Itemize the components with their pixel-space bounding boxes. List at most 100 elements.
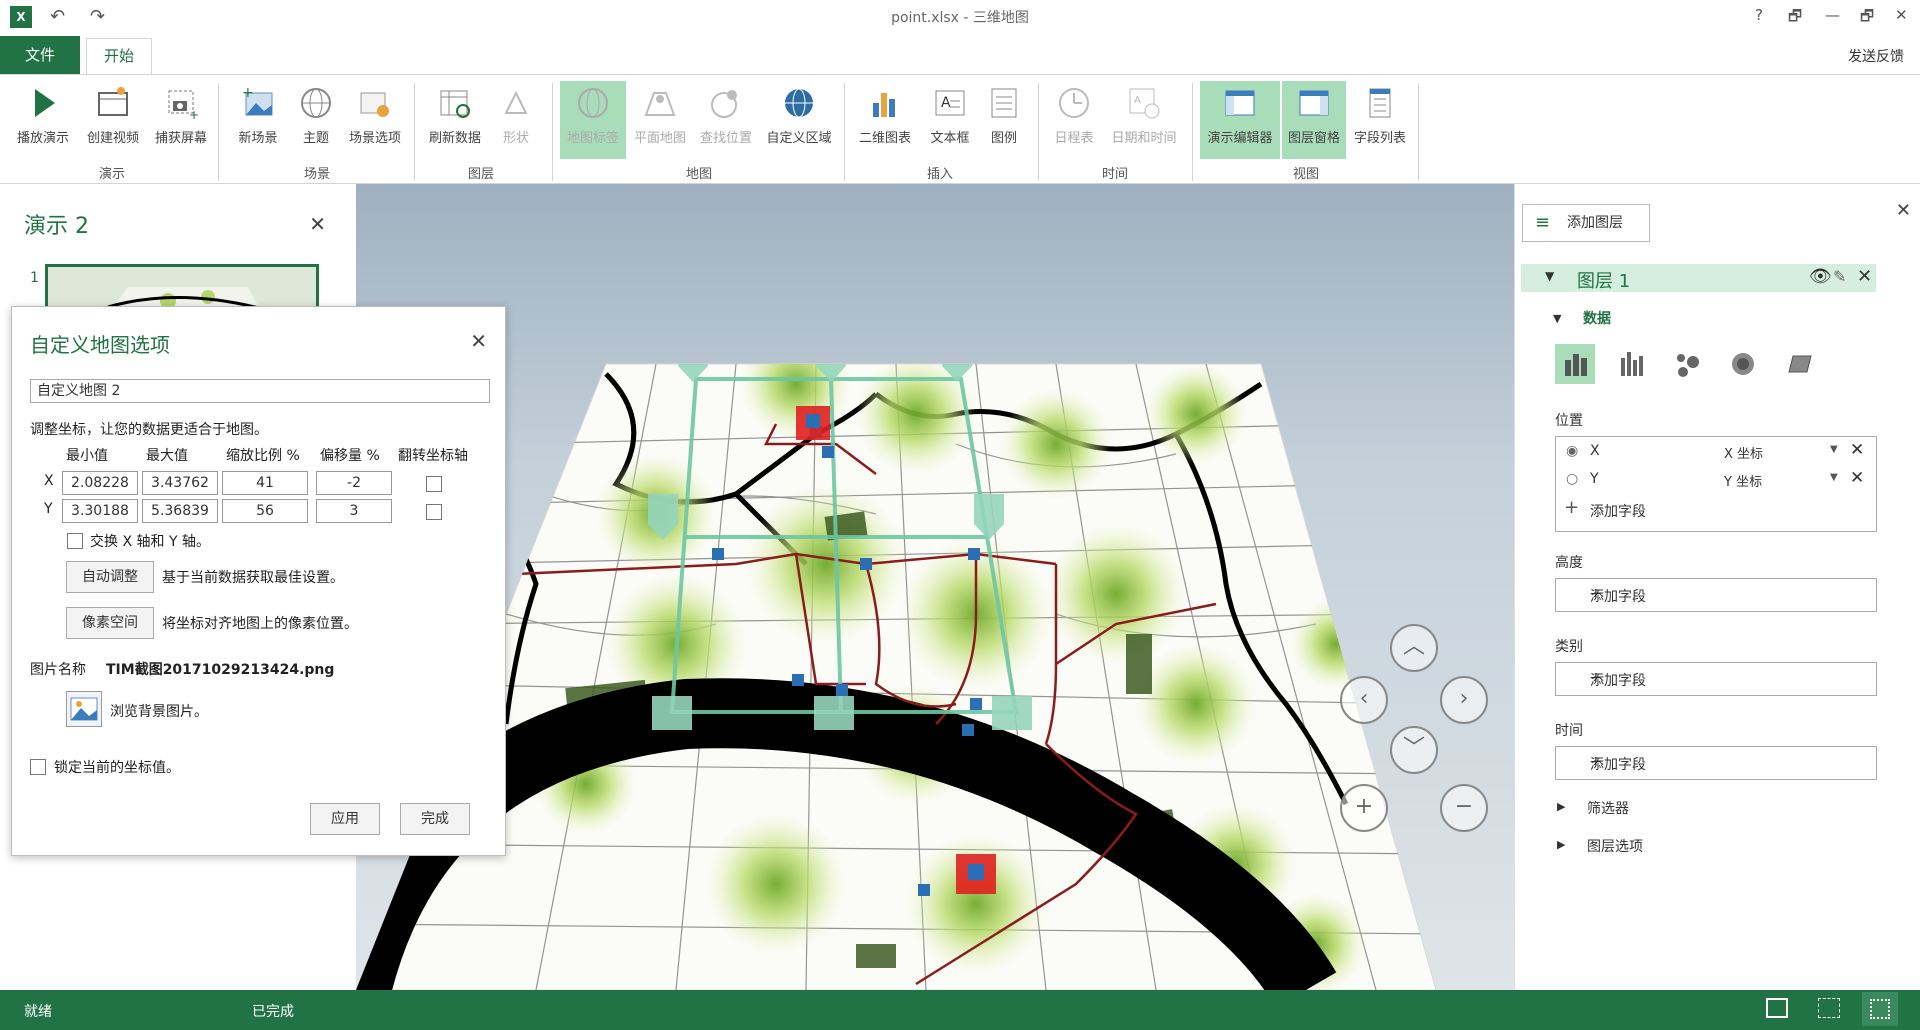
- play-tour-button[interactable]: 播放演示: [10, 81, 76, 159]
- header-min: 最小值: [66, 448, 108, 464]
- map-canvas[interactable]: ︿ ‹ › ﹀ + −: [356, 184, 1514, 990]
- map-labels-button[interactable]: 地图标签: [560, 81, 626, 159]
- date-time-button[interactable]: A 日期和时间: [1104, 81, 1184, 159]
- radio-x[interactable]: ◉: [1566, 443, 1578, 459]
- field-list-button[interactable]: 字段列表: [1348, 81, 1412, 159]
- custom-regions-button[interactable]: 自定义区域: [760, 81, 838, 159]
- auto-adjust-button[interactable]: 自动调整: [66, 561, 154, 593]
- layer-pane-button[interactable]: 图层窗格: [1282, 81, 1346, 159]
- zoom-in-button[interactable]: +: [1340, 784, 1388, 832]
- shapes-button[interactable]: 形状: [492, 81, 540, 159]
- category-field[interactable]: + 添加字段: [1555, 662, 1877, 696]
- y-offset-input[interactable]: 3: [316, 499, 392, 523]
- tilt-down-button[interactable]: ﹀: [1390, 726, 1438, 774]
- close-icon[interactable]: ✕: [1896, 200, 1911, 221]
- add-category-field: 添加字段: [1590, 673, 1646, 689]
- expand-arrow-icon[interactable]: ▶: [1557, 800, 1565, 813]
- dropdown-icon[interactable]: ▼: [1830, 472, 1838, 483]
- x-min-input[interactable]: 2.08228: [62, 471, 138, 495]
- map-name-input[interactable]: 自定义地图 2: [30, 379, 490, 403]
- new-scene-button[interactable]: + 新场景: [226, 81, 290, 159]
- rotate-left-button[interactable]: ‹: [1340, 676, 1388, 724]
- tab-home[interactable]: 开始: [86, 38, 152, 75]
- themes-button[interactable]: 主题: [292, 81, 340, 159]
- send-feedback-link[interactable]: 发送反馈: [1848, 46, 1904, 66]
- height-field[interactable]: + 添加字段: [1555, 578, 1877, 612]
- refresh-data-button[interactable]: 刷新数据: [422, 81, 488, 159]
- restore-ribbon-icon[interactable]: 🗗: [1788, 6, 1802, 31]
- find-location-button[interactable]: 查找位置: [694, 81, 758, 159]
- group-layer-label: 图层: [467, 167, 494, 182]
- new-scene-label: 新场景: [238, 131, 278, 146]
- title-bar: X ↶ ↷ point.xlsx - 三维地图 ? 🗗 — 🗗 ✕: [0, 0, 1920, 36]
- flat-map-button[interactable]: 平面地图: [628, 81, 692, 159]
- x-offset-input[interactable]: -2: [316, 471, 392, 495]
- x-max-input[interactable]: 3.43762: [142, 471, 218, 495]
- chart-2d-button[interactable]: 二维图表: [852, 81, 918, 159]
- pixel-space-button[interactable]: 像素空间: [66, 607, 154, 639]
- heatmap-icon[interactable]: [1723, 344, 1763, 384]
- stacked-column-icon[interactable]: [1555, 344, 1595, 384]
- text-box-button[interactable]: A 文本框: [922, 81, 978, 159]
- y-scale-input[interactable]: 56: [222, 499, 308, 523]
- x-scale-input[interactable]: 41: [222, 471, 308, 495]
- swap-axes-checkbox[interactable]: [67, 533, 83, 549]
- axis-x-label: X: [44, 473, 54, 489]
- lock-coordinates-checkbox[interactable]: [30, 759, 46, 775]
- y-flip-checkbox[interactable]: [426, 504, 442, 520]
- pencil-icon[interactable]: ✎: [1833, 267, 1846, 286]
- done-button[interactable]: 完成: [400, 803, 470, 835]
- maximize-button[interactable]: 🗗: [1860, 6, 1874, 31]
- scene-number: 1: [30, 270, 39, 286]
- data-collapse-icon[interactable]: ▼: [1553, 312, 1561, 325]
- tab-file[interactable]: 文件: [0, 36, 80, 74]
- eye-icon[interactable]: 👁: [1809, 266, 1832, 287]
- x-flip-checkbox[interactable]: [426, 476, 442, 492]
- close-button[interactable]: ✕: [1895, 6, 1908, 24]
- browse-image-label[interactable]: 浏览背景图片。: [110, 701, 208, 721]
- capture-screen-button[interactable]: + 捕获屏幕: [148, 81, 214, 159]
- close-icon[interactable]: ✕: [470, 329, 487, 353]
- y-max-input[interactable]: 5.36839: [142, 499, 218, 523]
- scene-options-button[interactable]: 场景选项: [342, 81, 408, 159]
- create-video-button[interactable]: 创建视频: [80, 81, 146, 159]
- remove-y-icon[interactable]: ✕: [1850, 468, 1864, 488]
- plus-icon[interactable]: +: [1564, 497, 1579, 518]
- dropdown-icon[interactable]: ▼: [1830, 444, 1838, 455]
- legend-button[interactable]: 图例: [980, 81, 1028, 159]
- region-icon[interactable]: [1779, 344, 1819, 384]
- radio-y[interactable]: ○: [1566, 471, 1578, 487]
- location-x-type[interactable]: X 坐标: [1724, 443, 1763, 462]
- minimize-button[interactable]: —: [1825, 6, 1840, 24]
- close-icon[interactable]: ✕: [309, 212, 326, 236]
- tour-editor-button[interactable]: 演示编辑器: [1200, 81, 1280, 159]
- expand-arrow-icon[interactable]: ▶: [1557, 838, 1565, 851]
- focus-view-icon[interactable]: [1818, 998, 1840, 1018]
- y-min-input[interactable]: 3.30188: [62, 499, 138, 523]
- layer-options-link[interactable]: 图层选项: [1587, 836, 1643, 856]
- timeline-button[interactable]: 日程表: [1046, 81, 1102, 159]
- collapse-arrow-icon[interactable]: ▼: [1545, 269, 1554, 283]
- custom-regions-label: 自定义区域: [766, 131, 832, 146]
- clustered-column-icon[interactable]: [1611, 344, 1651, 384]
- rotate-right-button[interactable]: ›: [1440, 676, 1488, 724]
- zoom-out-button[interactable]: −: [1440, 784, 1488, 832]
- filters-link[interactable]: 筛选器: [1587, 798, 1629, 818]
- image-name-label: 图片名称: [30, 662, 86, 678]
- location-y-type[interactable]: Y 坐标: [1724, 471, 1762, 490]
- group-view-label: 视图: [1292, 167, 1319, 182]
- fullscreen-icon[interactable]: [1862, 992, 1898, 1026]
- normal-view-icon[interactable]: [1766, 998, 1788, 1018]
- time-field[interactable]: + 添加字段: [1555, 746, 1877, 780]
- help-button[interactable]: ?: [1755, 6, 1763, 24]
- layer-pane-icon: [1299, 90, 1329, 116]
- tilt-up-button[interactable]: ︿: [1390, 624, 1438, 672]
- browse-image-icon[interactable]: [66, 691, 102, 727]
- delete-icon[interactable]: ✕: [1857, 266, 1872, 287]
- remove-x-icon[interactable]: ✕: [1850, 440, 1864, 460]
- bubble-icon[interactable]: [1667, 344, 1707, 384]
- add-location-field[interactable]: 添加字段: [1590, 501, 1646, 521]
- layer-header[interactable]: ▼ 图层 1 👁 ✎ ✕: [1521, 264, 1876, 292]
- add-layer-button[interactable]: ≡ 添加图层: [1522, 204, 1650, 242]
- apply-button[interactable]: 应用: [310, 803, 380, 835]
